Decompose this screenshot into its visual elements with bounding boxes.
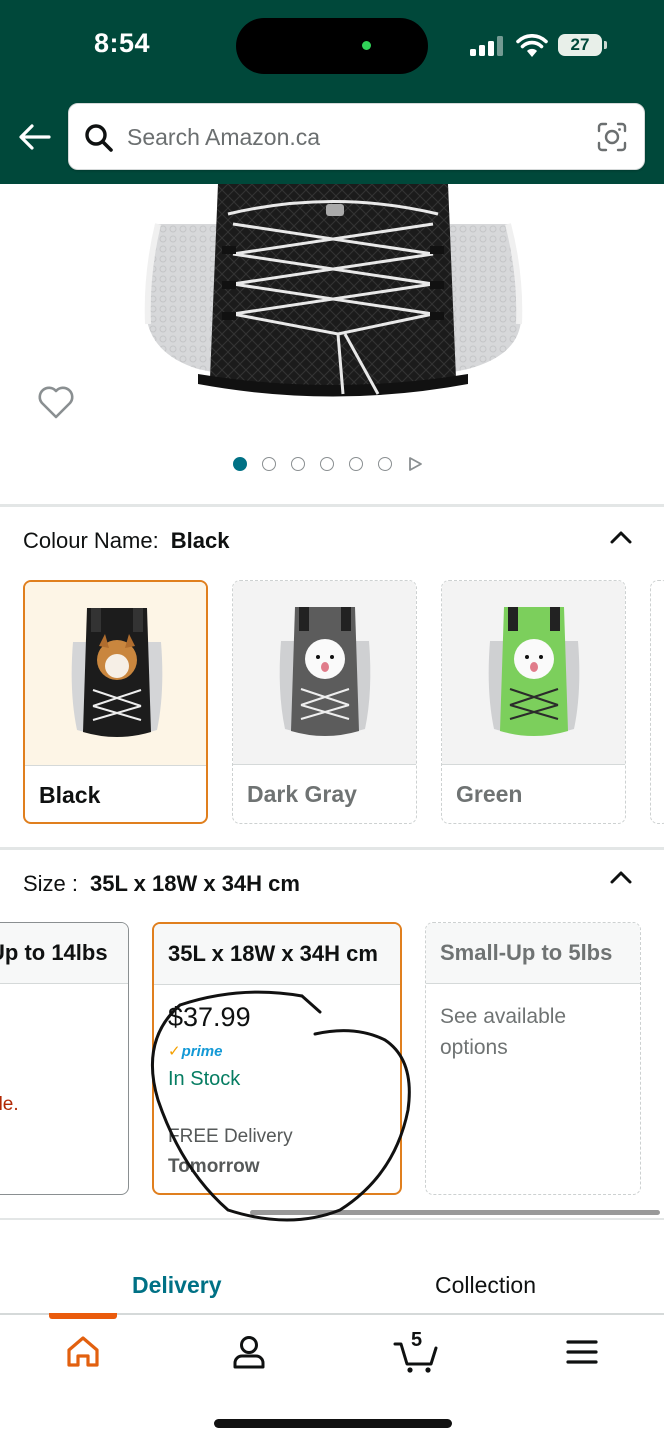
wishlist-heart-icon[interactable] [36,382,76,422]
signal-icon [470,36,503,56]
carousel-dot[interactable] [291,457,305,471]
colour-option-black[interactable]: Black [23,580,208,824]
swatch-label: Black [39,782,101,808]
image-carousel-dots[interactable] [233,456,423,472]
video-play-icon[interactable] [407,456,423,472]
colour-name-label: Colour Name: [23,528,159,553]
colour-name-row: Colour Name: Black [23,528,229,554]
dynamic-island [236,18,428,74]
size-option-small[interactable]: Small-Up to 5lbs See available options [425,922,641,1195]
delivery-text: FREE Delivery [168,1126,293,1147]
home-icon[interactable] [63,1332,103,1372]
colour-option-green[interactable]: Green [441,580,626,824]
size-option-title: 35L x 18W x 34H cm [154,924,400,985]
backpack-thumbnail [488,607,580,736]
size-selected-value: 35L x 18W x 34H cm [90,871,300,896]
carousel-dot[interactable] [233,457,247,471]
swatch-image [25,582,206,766]
search-placeholder: Search Amazon.ca [127,124,321,150]
prime-badge: ✓prime [168,1043,223,1060]
swatch-image [442,581,625,765]
horizontal-scrollbar[interactable] [250,1210,660,1215]
size-option-up-to-14lbs[interactable]: Up to 14lbs y ble. [0,922,129,1195]
account-icon[interactable] [229,1332,269,1372]
carousel-dot[interactable] [320,457,334,471]
availability-note: y ble. [0,1094,19,1115]
tab-collection[interactable]: Collection [435,1272,536,1299]
cart-count-badge: 5 [411,1329,423,1351]
battery-indicator: 27 [558,34,602,56]
swatch-label: Green [456,781,523,807]
carousel-dot[interactable] [262,457,276,471]
camera-search-icon[interactable] [596,121,628,153]
cart-button[interactable]: 5 [393,1329,439,1374]
colour-option-more[interactable] [650,580,664,824]
price: $37.99 [168,1002,251,1032]
section-divider [0,847,664,850]
size-label: Size : [23,871,79,896]
size-option-title: Small-Up to 5lbs [426,923,640,984]
back-arrow-icon [19,124,51,150]
size-row: Size : 35L x 18W x 34H cm [23,871,300,897]
section-divider [0,1218,664,1220]
collapse-chevron-icon[interactable] [607,526,635,548]
prime-check-icon: ✓ [168,1043,181,1060]
carousel-dot[interactable] [378,457,392,471]
nav-active-indicator [49,1313,117,1319]
swatch-label: Dark Gray [247,781,357,807]
menu-icon[interactable] [562,1332,602,1372]
search-input[interactable]: Search Amazon.ca [68,103,645,170]
collapse-chevron-icon[interactable] [607,866,635,888]
backpack-thumbnail [71,608,163,737]
product-image[interactable] [138,184,528,424]
wifi-icon [516,34,548,57]
search-icon [85,124,113,152]
status-time: 8:54 [94,28,151,58]
colour-option-dark-gray[interactable]: Dark Gray [232,580,417,824]
home-indicator [214,1419,452,1428]
backpack-thumbnail [279,607,371,736]
availability-note: See available options [440,1005,567,1059]
stock-status: In Stock [168,1068,241,1090]
carousel-dot[interactable] [349,457,363,471]
swatch-image [233,581,416,765]
delivery-day: Tomorrow [168,1156,260,1177]
tab-delivery[interactable]: Delivery [132,1272,222,1299]
back-button[interactable] [16,118,54,156]
camera-indicator-dot [362,41,371,50]
colour-selected-value: Black [170,528,230,553]
size-option-title: Up to 14lbs [0,923,128,984]
size-option-35l[interactable]: 35L x 18W x 34H cm $37.99 ✓prime In Stoc… [152,922,402,1195]
battery-tip [604,41,607,49]
status-icons: 27 [470,30,610,60]
section-divider [0,504,664,507]
